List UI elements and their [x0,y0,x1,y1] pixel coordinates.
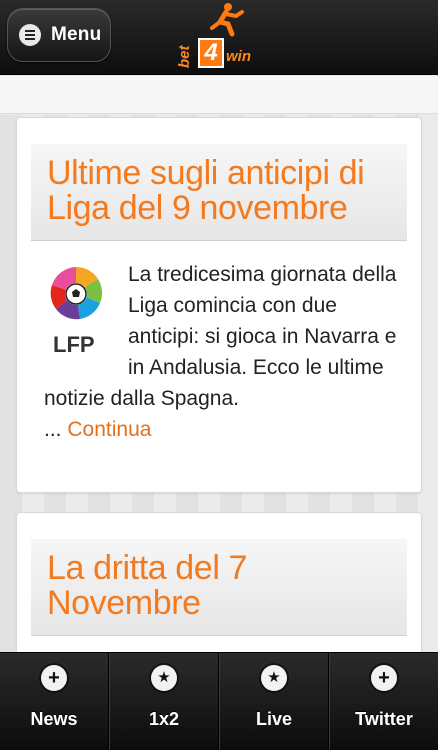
star-icon: ★ [151,665,177,691]
article-header: Ultime sugli anticipi di Liga del 9 nove… [31,144,407,241]
article-body: LFP La tredicesima giornata della Liga c… [17,241,421,445]
tab-news[interactable]: + News [0,653,109,750]
logo-four-text: 4 [198,38,224,68]
plus-icon: + [41,665,67,691]
tab-news-label: News [30,709,78,729]
article-ellipsis: ... [44,418,62,441]
runner-icon [210,3,244,37]
lfp-logo-text: LFP [53,332,95,357]
bottom-tab-bar: + News ★ 1x2 ★ Live + Twitter [0,652,438,750]
tab-live-label: Live [255,709,293,729]
tab-1x2[interactable]: ★ 1x2 [109,653,219,750]
article-header: La dritta del 7 Novembre [31,539,407,636]
sub-header-bar [0,76,438,114]
tab-1x2-label: 1x2 [148,709,180,729]
logo-bet-text: bet [176,45,193,69]
news-list: Ultime sugli anticipi di Liga del 9 nove… [0,115,438,652]
hamburger-icon [19,24,41,46]
bet4win-logo[interactable]: bet 4 win [176,2,268,70]
menu-button[interactable]: Menu [7,8,111,62]
tab-live[interactable]: ★ Live [219,653,329,750]
lfp-logo: LFP [46,263,112,363]
menu-button-label: Menu [51,24,102,45]
article-card[interactable]: Ultime sugli anticipi di Liga del 9 nove… [16,117,422,493]
tab-twitter[interactable]: + Twitter [329,653,438,750]
read-more-link[interactable]: Continua [67,418,151,441]
article-title[interactable]: Ultime sugli anticipi di Liga del 9 nove… [47,156,391,226]
star-icon: ★ [261,665,287,691]
plus-icon: + [371,665,397,691]
article-card[interactable]: La dritta del 7 Novembre [16,512,422,652]
lfp-badge-icon [50,266,103,320]
tab-twitter-label: Twitter [355,709,413,729]
article-title[interactable]: La dritta del 7 Novembre [47,551,391,621]
logo-win-text: win [226,48,251,65]
app-header: Menu bet 4 win [0,0,438,75]
